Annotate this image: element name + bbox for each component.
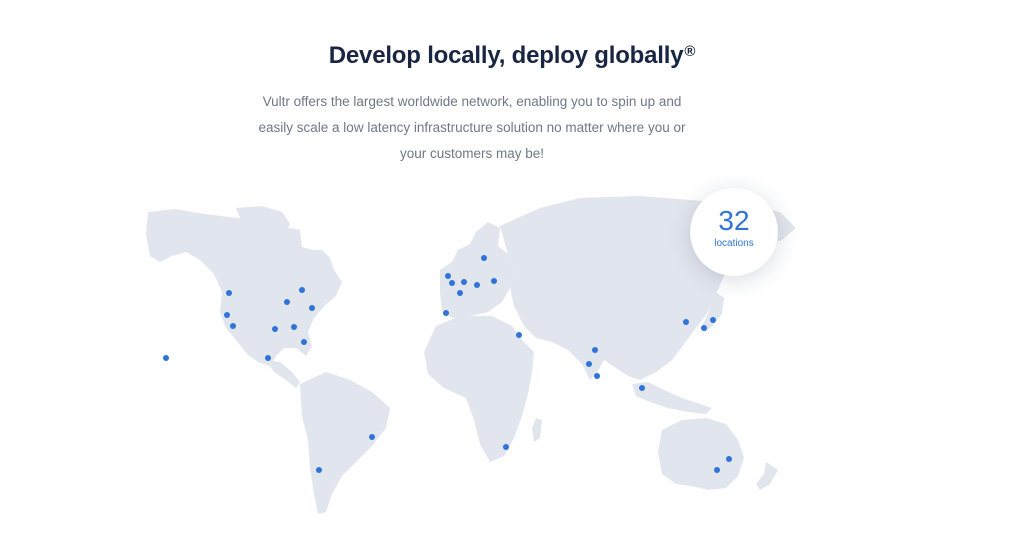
location-dot[interactable] <box>491 278 497 284</box>
north-america-shape <box>146 209 342 366</box>
location-dot[interactable] <box>683 319 689 325</box>
locations-count: 32 <box>718 205 750 236</box>
location-dot[interactable] <box>474 282 480 288</box>
location-dot[interactable] <box>163 355 169 361</box>
location-dot[interactable] <box>639 385 645 391</box>
location-dot[interactable] <box>457 290 463 296</box>
location-dot[interactable] <box>369 434 375 440</box>
location-dot[interactable] <box>710 317 716 323</box>
location-dot[interactable] <box>224 312 230 318</box>
location-dot[interactable] <box>309 305 315 311</box>
locations-label: locations <box>714 238 754 249</box>
australia-shape <box>658 418 744 490</box>
madagascar-shape <box>532 418 542 442</box>
locations-count-badge: 32 locations <box>690 188 778 276</box>
location-dot[interactable] <box>272 326 278 332</box>
location-dot[interactable] <box>299 287 305 293</box>
world-map <box>146 196 796 514</box>
new-zealand-shape <box>756 462 778 490</box>
central-america-shape <box>266 360 300 388</box>
location-dot[interactable] <box>586 361 592 367</box>
location-dot[interactable] <box>291 324 297 330</box>
location-dot[interactable] <box>449 280 455 286</box>
location-dot[interactable] <box>503 444 509 450</box>
location-dot[interactable] <box>726 456 732 462</box>
location-dot[interactable] <box>265 355 271 361</box>
location-dot[interactable] <box>594 373 600 379</box>
location-dot[interactable] <box>516 332 522 338</box>
location-dot[interactable] <box>443 310 449 316</box>
location-dot[interactable] <box>230 323 236 329</box>
location-dot[interactable] <box>301 339 307 345</box>
location-dot[interactable] <box>701 325 707 331</box>
location-dot[interactable] <box>284 299 290 305</box>
location-dot[interactable] <box>714 467 720 473</box>
location-dot[interactable] <box>316 467 322 473</box>
location-dot[interactable] <box>481 255 487 261</box>
europe-shape <box>440 222 514 318</box>
south-america-shape <box>300 372 390 514</box>
location-dot[interactable] <box>592 347 598 353</box>
location-dot[interactable] <box>226 290 232 296</box>
africa-shape <box>424 316 534 462</box>
location-dot[interactable] <box>445 273 451 279</box>
location-dot[interactable] <box>461 279 467 285</box>
network-section: Develop locally, deploy globally® Vultr … <box>0 0 1024 549</box>
